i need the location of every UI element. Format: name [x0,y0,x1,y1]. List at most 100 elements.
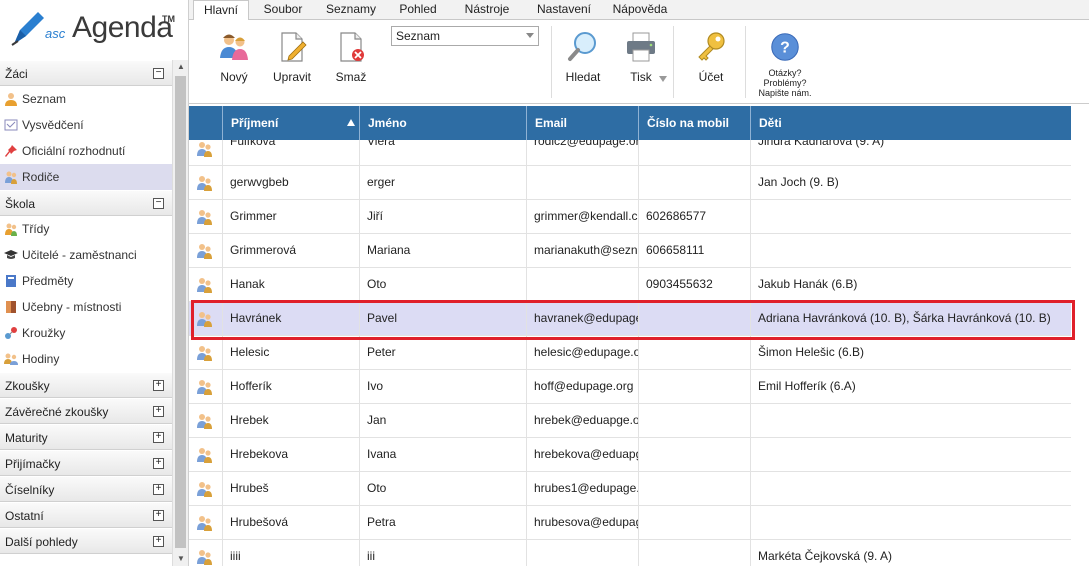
cell-name: Petra [360,506,527,539]
tab-nastaveni[interactable]: Nastavení [529,0,599,20]
book-icon [6,275,16,287]
sidebar-item[interactable]: Předměty [0,268,172,294]
collapse-icon[interactable]: − [153,68,164,79]
print-button[interactable]: Tisk [619,30,667,84]
sidebar-section-header[interactable]: Ostatní + [0,502,172,528]
pin-icon [5,145,17,157]
sidebar-item-label: Rodiče [22,170,60,184]
help-button[interactable]: ? [767,32,803,68]
tab-pohled[interactable]: Pohled [391,0,445,20]
sidebar-section-header[interactable]: Další pohledy + [0,528,172,554]
table-row[interactable]: HrubešOtohrubes1@edupage.org [189,472,1071,506]
table-row[interactable]: HavránekPavelhavranek@edupage.org Adriana… [189,302,1071,336]
column-header-name[interactable]: Jméno [360,106,527,140]
column-header-children[interactable]: Děti [751,106,1071,140]
sidebar-item[interactable]: Třídy [0,216,172,242]
column-header-email[interactable]: Email [527,106,639,140]
column-header-surname[interactable]: Příjmení [223,106,360,140]
sidebar-section-header[interactable]: Zkoušky + [0,372,172,398]
expand-icon[interactable]: + [153,536,164,547]
edit-button[interactable]: Upravit [271,30,313,84]
tab-soubor[interactable]: Soubor [255,0,311,20]
section-title: Žáci [5,67,28,81]
cell-icon [189,200,223,233]
parent-row-icon [197,210,212,225]
tab-napoveda[interactable]: Nápověda [607,0,673,20]
expand-icon[interactable]: + [153,484,164,495]
door-icon [6,301,16,313]
table-row[interactable]: HrebekovaIvanahrebekova@eduapge.org [189,438,1071,472]
tab-seznamy[interactable]: Seznamy [319,0,383,20]
expand-icon[interactable]: + [153,458,164,469]
sidebar-section-header[interactable]: Žáci − [0,60,172,86]
sidebar-item[interactable]: Rodiče [0,164,172,190]
parent-row-icon [197,244,212,259]
sidebar-section-header[interactable]: Číselníky + [0,476,172,502]
table-row[interactable]: gerwvgbeb erger Jan Joch (9. B) [189,166,1071,200]
cell-children: Jan Joch (9. B) [758,175,839,189]
chevron-down-icon[interactable] [526,33,534,38]
tab-hlavni[interactable]: Hlavní [193,0,249,21]
sidebar-item[interactable]: Oficiální rozhodnutí [0,138,172,164]
table-row[interactable]: HelesicPeterhelesic@edupage.org Šimon Hel… [189,336,1071,370]
account-button-label: Účet [698,70,724,84]
table-row[interactable]: Hofferík Ivo hoff@edupage.org Emil Hofferík… [189,370,1071,404]
cell-surname: Helesic [223,336,360,369]
cell-children [751,472,1071,505]
table-body: Fulíková Viera rodic2@edupage.org Jindra Ka… [189,132,1071,566]
scroll-up-icon[interactable]: ▲ [173,60,189,74]
sidebar-item-label: Učebny - místnosti [22,300,122,314]
collapse-icon[interactable]: − [153,198,164,209]
delete-button[interactable]: Smaž [331,30,371,84]
expand-icon[interactable]: + [153,432,164,443]
scroll-down-icon[interactable]: ▼ [173,552,189,566]
print-dropdown-icon[interactable] [659,76,667,82]
cell-mobile [639,540,751,566]
cell-name: iii [360,540,527,566]
key-icon [698,32,725,61]
cell-mobile [639,302,751,335]
cell-name: Pavel [360,302,527,335]
sidebar-item-label: Předměty [22,274,74,288]
cell-icon [189,234,223,267]
table-row[interactable]: Hrebek Jan hrebek@eduapge.org [189,404,1071,438]
sidebar-section-header[interactable]: Závěrečné zkoušky + [0,398,172,424]
sidebar-section-header[interactable]: Škola − [0,190,172,216]
account-button[interactable]: Účet [689,30,733,84]
sidebar-item[interactable]: Učitelé - zaměstnanci [0,242,172,268]
sidebar-section-header[interactable]: Maturity + [0,424,172,450]
view-select[interactable]: Seznam [391,26,539,46]
table-row[interactable]: GrimmerJiřígrimmer@kendall.com602686577 [189,200,1071,234]
cell-icon [189,302,223,335]
table-row[interactable]: Hanak Oto 0903455632 Jakub Hanák (6.B) [189,268,1071,302]
expand-icon[interactable]: + [153,406,164,417]
sidebar-section-header[interactable]: Přijímačky + [0,450,172,476]
sidebar-item[interactable]: Vysvědčení [0,112,172,138]
sidebar-item[interactable]: Hodiny [0,346,172,372]
cell-email [527,268,639,301]
table-row[interactable]: GrimmerováMarianamarianakuth@seznam.cz60… [189,234,1071,268]
table-row[interactable]: iiii iii Markéta Čejkovská (9. A) [189,540,1071,566]
sidebar-nav: Žáci − Seznam Vysvědčení Oficiální rozhodnut… [0,60,172,566]
sidebar-scrollbar[interactable]: ▲ ▼ [172,60,188,566]
section-title: Ostatní [5,509,44,523]
sidebar-item-label: Vysvědčení [22,118,84,132]
new-button[interactable]: Nový [211,30,257,84]
table-row[interactable]: HrubešováPetrahrubesova@edupage.org [189,506,1071,540]
expand-icon[interactable]: + [153,380,164,391]
sidebar-item[interactable]: Učebny - místnosti [0,294,172,320]
cell-mobile [639,404,751,437]
tab-nastroje[interactable]: Nástroje [457,0,517,20]
cell-email: helesic@edupage.org [527,336,639,369]
help-line: Otázky? [768,68,802,78]
sidebar-item[interactable]: Kroužky [0,320,172,346]
help-label[interactable]: Otázky? Problémy? Napište nám. [753,68,817,98]
cell-name: Jiří [360,200,527,233]
parent-row-icon [197,278,212,293]
scrollbar-thumb[interactable] [175,76,186,548]
find-button[interactable]: Hledat [561,30,605,84]
column-header-mobile[interactable]: Číslo na mobil [639,106,751,140]
sidebar-item[interactable]: Seznam [0,86,172,112]
expand-icon[interactable]: + [153,510,164,521]
cell-icon [189,268,223,301]
